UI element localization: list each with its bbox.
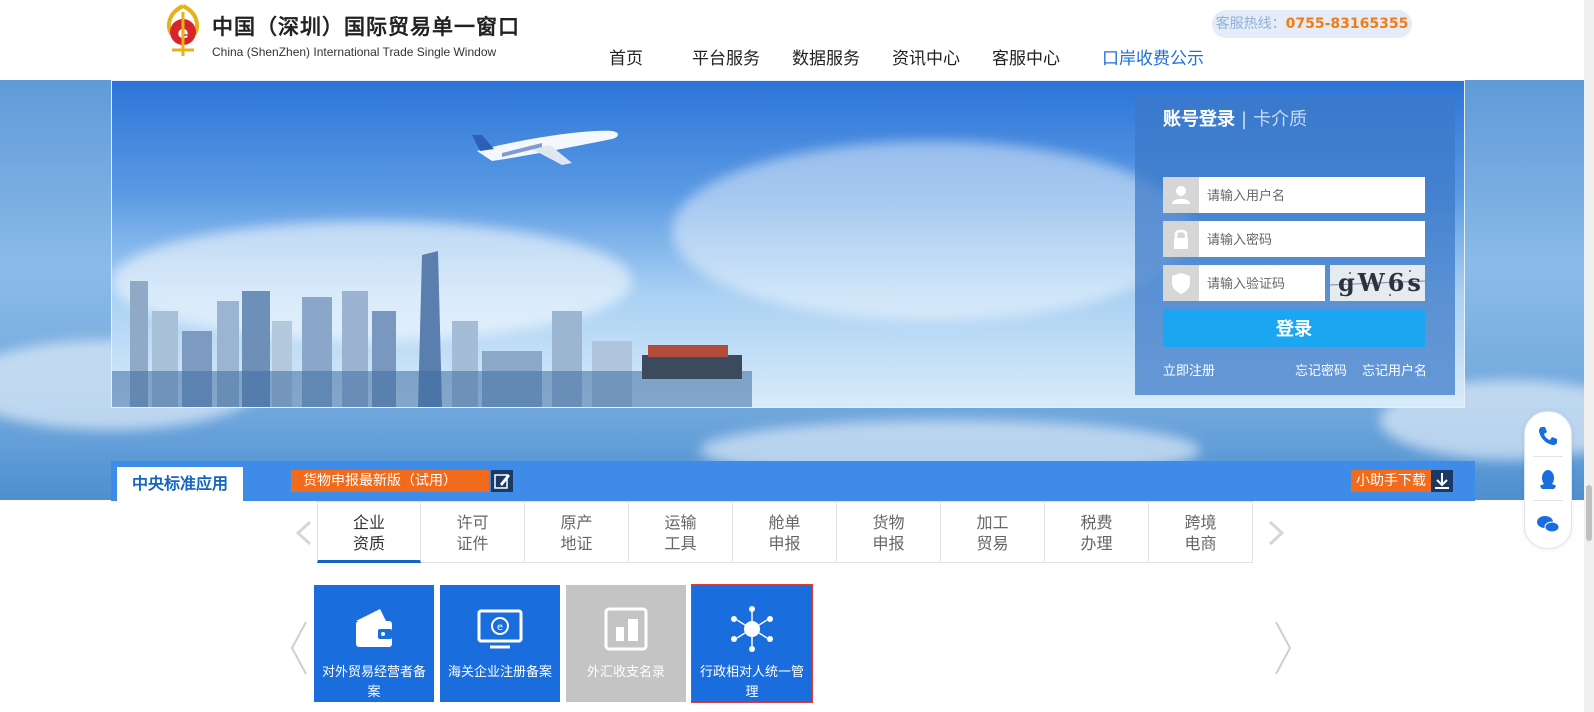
password-input[interactable] xyxy=(1205,221,1419,259)
category-label: 资质 xyxy=(352,534,385,553)
category-label: 贸易 xyxy=(976,534,1009,553)
tab-category-goods-declaration[interactable]: 货物 申报 xyxy=(837,501,941,563)
tile-label: 外汇收支名录 xyxy=(586,665,665,680)
nav-item-service-center[interactable]: 客服中心 xyxy=(992,44,1060,69)
register-link[interactable]: 立即注册 xyxy=(1163,360,1215,379)
captcha-text: gW6s xyxy=(1338,268,1424,297)
tab-category-manifest[interactable]: 舱单 申报 xyxy=(733,501,837,563)
captcha-image[interactable]: gW6s xyxy=(1330,265,1425,301)
side-contact-panel xyxy=(1524,411,1572,549)
login-tabs: 账号登录 | 卡介质 xyxy=(1163,105,1307,131)
category-label: 地证 xyxy=(560,534,593,553)
tile-label: 对外贸易经营者备案 xyxy=(321,665,426,700)
tile-foreign-trade-operator-filing[interactable]: 对外贸易经营者备案 xyxy=(314,585,434,702)
category-label: 企业 xyxy=(352,513,385,532)
helper-download-link[interactable]: 小助手下载 xyxy=(1351,470,1431,492)
phone-icon[interactable] xyxy=(1536,424,1560,448)
site-subtitle: China (ShenZhen) International Trade Sin… xyxy=(212,45,497,59)
tab-category-transport-vehicle[interactable]: 运输 工具 xyxy=(629,501,733,563)
tile-administrative-party-management[interactable]: 行政相对人统一管理 xyxy=(691,584,813,703)
user-icon xyxy=(1163,177,1199,213)
login-button[interactable]: 登录 xyxy=(1163,309,1425,347)
download-icon[interactable] xyxy=(1431,470,1453,492)
captcha-field[interactable] xyxy=(1163,265,1325,303)
tab-account-login[interactable]: 账号登录 xyxy=(1163,109,1235,130)
airplane-icon xyxy=(472,130,618,165)
tab-central-standard-apps[interactable]: 中央标准应用 xyxy=(117,467,243,501)
nav-item-data-services[interactable]: 数据服务 xyxy=(792,44,860,69)
tiles-prev-arrow-icon[interactable] xyxy=(288,620,310,676)
document-icon xyxy=(604,607,648,651)
password-field[interactable] xyxy=(1163,221,1425,259)
tab-category-processing-trade[interactable]: 加工 贸易 xyxy=(941,501,1045,563)
central-app-bar: 中央标准应用 货物申报最新版（试用） 小助手下载 xyxy=(111,461,1475,501)
category-label: 货物 xyxy=(872,513,905,532)
tab-category-tax-fees[interactable]: 税费 办理 xyxy=(1045,501,1149,563)
nav-item-news-center[interactable]: 资讯中心 xyxy=(892,44,960,69)
tile-label: 海关企业注册备案 xyxy=(447,665,552,680)
edit-icon[interactable] xyxy=(491,470,513,492)
category-label: 申报 xyxy=(872,534,905,553)
forgot-password-link[interactable]: 忘记密码 xyxy=(1295,360,1347,379)
nav-item-platform-services[interactable]: 平台服务 xyxy=(692,44,760,69)
side-divider xyxy=(1533,500,1563,501)
nav-item-home[interactable]: 首页 xyxy=(609,44,643,69)
tab-category-cross-border-ecommerce[interactable]: 跨境 电商 xyxy=(1149,501,1253,563)
side-divider xyxy=(1533,456,1563,457)
network-icon xyxy=(731,606,773,652)
username-field[interactable] xyxy=(1163,177,1425,215)
username-input[interactable] xyxy=(1205,177,1419,215)
nav-item-port-fees[interactable]: 口岸收费公示 xyxy=(1102,44,1204,69)
tab-card-login[interactable]: 卡介质 xyxy=(1253,109,1307,130)
svg-text:e: e xyxy=(497,622,503,633)
qq-icon[interactable] xyxy=(1536,468,1560,492)
category-label: 申报 xyxy=(768,534,801,553)
forgot-username-link[interactable]: 忘记用户名 xyxy=(1362,360,1427,379)
wechat-icon[interactable] xyxy=(1536,512,1560,536)
cargo-declaration-link[interactable]: 货物申报最新版（试用） xyxy=(291,470,489,492)
monitor-icon: e xyxy=(477,609,523,649)
tiles-next-arrow-icon[interactable] xyxy=(1272,620,1294,676)
shield-icon xyxy=(1163,265,1199,301)
category-label: 运输 xyxy=(664,513,697,532)
site-header: e 中国（深圳）国际贸易单一窗口 China (ShenZhen) Intern… xyxy=(0,0,1594,80)
hotline-label: 客服热线： xyxy=(1215,16,1286,32)
tile-customs-enterprise-registration[interactable]: e 海关企业注册备案 xyxy=(440,585,560,702)
scrollbar-track[interactable] xyxy=(1584,0,1594,712)
category-label: 办理 xyxy=(1080,534,1113,553)
wallet-icon xyxy=(356,609,392,647)
hotline-number: 0755-83165355 xyxy=(1285,16,1409,32)
logo-icon[interactable]: e xyxy=(162,4,204,58)
category-label: 证件 xyxy=(456,534,489,553)
category-label: 跨境 xyxy=(1184,513,1217,532)
lock-icon xyxy=(1163,221,1199,257)
tab-separator: | xyxy=(1241,109,1248,130)
tab-category-enterprise-qualification[interactable]: 企业 资质 xyxy=(317,501,421,563)
category-next-arrow-icon[interactable] xyxy=(1266,520,1286,546)
tab-category-origin-certificate[interactable]: 原产 地证 xyxy=(525,501,629,563)
hotline-badge: 客服热线：0755-83165355 xyxy=(1212,10,1412,38)
category-label: 税费 xyxy=(1080,513,1113,532)
category-label: 原产 xyxy=(560,513,593,532)
captcha-input[interactable] xyxy=(1205,265,1325,303)
category-label: 许可 xyxy=(456,513,489,532)
scrollbar-thumb[interactable] xyxy=(1586,485,1592,541)
category-label: 舱单 xyxy=(768,513,801,532)
tile-forex-payment-directory[interactable]: 外汇收支名录 xyxy=(566,585,686,702)
category-label: 电商 xyxy=(1184,534,1217,553)
category-label: 工具 xyxy=(664,534,697,553)
tab-category-license[interactable]: 许可 证件 xyxy=(421,501,525,563)
category-label: 加工 xyxy=(976,513,1009,532)
city-skyline-icon xyxy=(112,251,752,407)
site-title: 中国（深圳）国际贸易单一窗口 xyxy=(212,15,520,39)
tile-label: 行政相对人统一管理 xyxy=(699,665,804,700)
category-prev-arrow-icon[interactable] xyxy=(294,520,314,546)
